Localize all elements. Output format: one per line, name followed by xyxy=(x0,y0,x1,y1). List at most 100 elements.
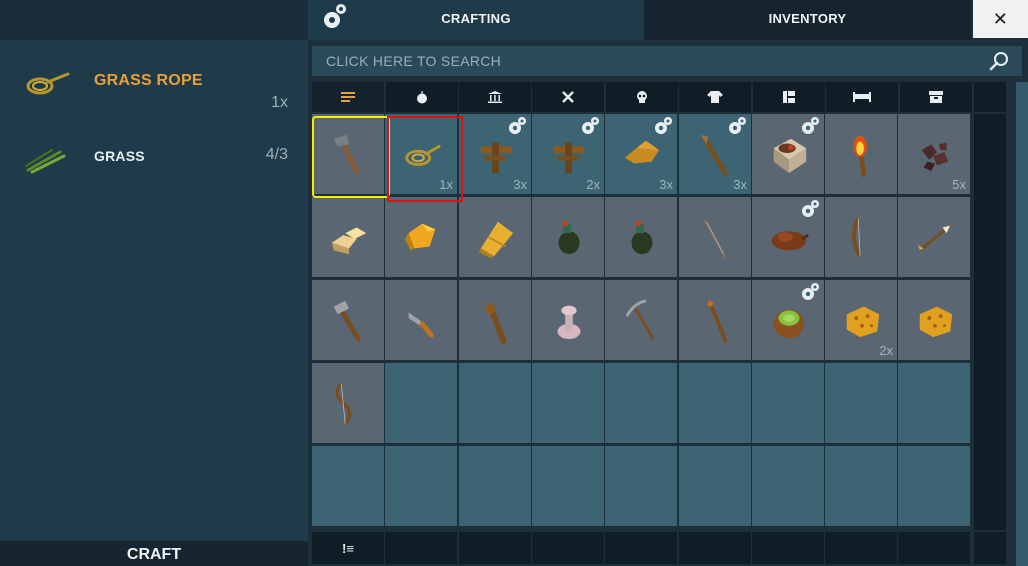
slot-arrow[interactable] xyxy=(898,197,970,277)
craft-button[interactable]: CRAFT xyxy=(0,541,308,566)
sponge-icon xyxy=(919,306,953,338)
building-icon xyxy=(488,91,502,103)
pickaxe-icon xyxy=(625,299,655,340)
slot-quantity: 2x xyxy=(586,177,600,192)
bottom-bar-cell xyxy=(752,532,824,564)
tools-icon xyxy=(562,91,574,103)
gold-ore-icon xyxy=(404,223,436,251)
slot-fishing-rod[interactable] xyxy=(679,197,751,277)
gear-icon xyxy=(655,117,672,134)
slot-sponge[interactable] xyxy=(898,280,970,360)
water-flask-icon xyxy=(631,220,653,255)
slot-wood-frame[interactable]: 3x xyxy=(459,114,531,194)
shirt-icon xyxy=(707,91,723,103)
category-tools[interactable] xyxy=(532,82,604,112)
slot-sponge[interactable]: 2x xyxy=(825,280,897,360)
slot-quantity: 3x xyxy=(733,177,747,192)
recipe-output-quantity: 1x xyxy=(271,94,288,111)
slot-empty[interactable] xyxy=(459,363,531,443)
bottom-bar-cell xyxy=(385,532,457,564)
tab-inventory[interactable]: INVENTORY xyxy=(644,0,971,40)
stone-hammer-icon xyxy=(333,300,361,342)
slot-empty[interactable] xyxy=(825,363,897,443)
slot-empty[interactable] xyxy=(532,446,604,526)
gear-icon xyxy=(324,4,346,28)
slot-empty[interactable] xyxy=(825,446,897,526)
category-food[interactable] xyxy=(386,82,458,112)
slot-wood-planks[interactable]: 3x xyxy=(605,114,677,194)
slot-mushroom[interactable] xyxy=(532,280,604,360)
category-all[interactable] xyxy=(312,82,384,112)
slot-empty[interactable] xyxy=(679,446,751,526)
category-combat[interactable] xyxy=(606,82,678,112)
grass-icon xyxy=(25,149,66,174)
slot-recurve-bow[interactable] xyxy=(312,363,384,443)
category-building[interactable] xyxy=(459,82,531,112)
slot-spear[interactable]: 3x xyxy=(679,114,751,194)
slot-pickaxe[interactable] xyxy=(605,280,677,360)
category-bar-end xyxy=(974,82,1006,112)
slot-empty[interactable] xyxy=(679,363,751,443)
gear-icon xyxy=(802,200,819,217)
category-misc[interactable] xyxy=(753,82,825,112)
slot-empty[interactable] xyxy=(752,446,824,526)
slot-club[interactable] xyxy=(459,280,531,360)
bottom-bar: !≡ xyxy=(312,532,1006,564)
category-storage[interactable] xyxy=(900,82,972,112)
search-input[interactable] xyxy=(312,46,972,76)
tab-crafting[interactable]: CRAFTING xyxy=(308,0,644,40)
gear-icon xyxy=(802,117,819,134)
category-clothing[interactable] xyxy=(679,82,751,112)
sort-button[interactable]: !≡ xyxy=(312,532,384,564)
close-button[interactable]: ✕ xyxy=(973,0,1028,38)
slot-wood-frame[interactable]: 2x xyxy=(532,114,604,194)
slot-sandstone[interactable] xyxy=(312,197,384,277)
chest-icon xyxy=(929,91,943,103)
slot-empty[interactable] xyxy=(605,363,677,443)
bottom-bar-cell xyxy=(825,532,897,564)
bottom-bar-cell xyxy=(679,532,751,564)
slot-empty[interactable] xyxy=(385,446,457,526)
search-icon[interactable] xyxy=(988,50,1010,72)
slot-leather-bag[interactable] xyxy=(752,197,824,277)
knife-icon xyxy=(408,312,434,338)
slot-cooking-pot[interactable] xyxy=(752,114,824,194)
slot-stone-hammer[interactable] xyxy=(312,280,384,360)
slot-ore-chunks[interactable]: 5x xyxy=(898,114,970,194)
recipe-output-row: GRASS ROPE 1x xyxy=(0,62,308,122)
slot-empty[interactable] xyxy=(898,363,970,443)
slot-torch[interactable] xyxy=(825,114,897,194)
slot-empty[interactable] xyxy=(385,363,457,443)
slot-wooden-stick[interactable] xyxy=(679,280,751,360)
bottom-bar-cell xyxy=(459,532,531,564)
slot-empty[interactable] xyxy=(898,446,970,526)
ore-chunks-icon xyxy=(921,142,949,172)
gear-icon xyxy=(582,117,599,134)
slot-empty[interactable] xyxy=(459,446,531,526)
slot-empty[interactable] xyxy=(312,446,384,526)
slot-hay-bundle[interactable] xyxy=(459,197,531,277)
book-icon xyxy=(783,91,795,103)
slot-bow[interactable] xyxy=(825,197,897,277)
slot-quantity: 3x xyxy=(659,177,673,192)
slot-gold-ore[interactable] xyxy=(385,197,457,277)
settings-tab[interactable] xyxy=(308,0,356,40)
list-icon xyxy=(341,92,355,102)
arrow-icon xyxy=(917,224,952,252)
slot-empty[interactable] xyxy=(605,446,677,526)
slot-water-flask[interactable] xyxy=(605,197,677,277)
category-furniture[interactable] xyxy=(826,82,898,112)
recurve-bow-icon xyxy=(335,382,352,426)
slot-knife[interactable] xyxy=(385,280,457,360)
cooking-pot-icon xyxy=(773,138,807,174)
grid-side-panel xyxy=(974,114,1006,530)
slot-empty[interactable] xyxy=(532,363,604,443)
spear-icon xyxy=(700,134,728,176)
slot-empty[interactable] xyxy=(752,363,824,443)
gear-icon xyxy=(509,117,526,134)
sandstone-icon xyxy=(331,227,367,255)
gear-icon xyxy=(729,117,746,134)
slot-coconut[interactable] xyxy=(752,280,824,360)
slot-water-flask[interactable] xyxy=(532,197,604,277)
scrollbar[interactable] xyxy=(1016,82,1028,566)
